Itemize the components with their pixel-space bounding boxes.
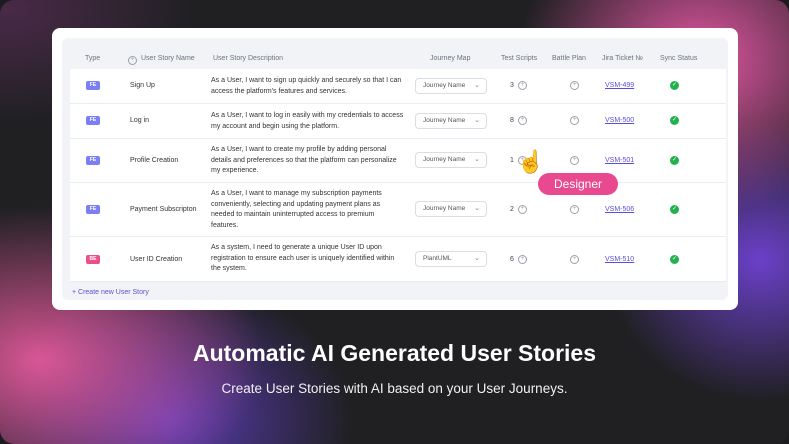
pointer-hand-icon: ☝: [517, 149, 545, 174]
chevron-down-icon: ⌄: [474, 156, 480, 163]
story-name: Payment Subscripton: [130, 206, 197, 213]
header-jira: Jira Ticket №: [602, 55, 643, 62]
header-tests: Test Scripts: [501, 55, 538, 62]
type-badge: BE: [86, 255, 100, 264]
add-circle-icon[interactable]: +: [128, 56, 137, 65]
promo-banner: Type + User Story Name User Story Descrip…: [0, 0, 789, 444]
chevron-down-icon: ⌄: [474, 117, 480, 124]
type-badge: FE: [86, 205, 100, 214]
create-user-story-link[interactable]: + Create new User Story: [72, 289, 149, 296]
user-story-table: Type + User Story Name User Story Descrip…: [62, 38, 728, 300]
sync-check-icon: ✓: [670, 156, 679, 165]
jira-link[interactable]: VSM-510: [605, 256, 634, 263]
table-row[interactable]: FE Profile Creation As a User, I want to…: [70, 139, 726, 183]
jira-link[interactable]: VSM-500: [605, 117, 634, 124]
story-description: As a User, I want to create my profile b…: [211, 146, 397, 174]
page-title: Automatic AI Generated User Stories: [192, 340, 597, 366]
type-badge: FE: [86, 156, 100, 165]
test-count: 1: [510, 157, 514, 164]
story-description: As a system, I need to generate a unique…: [211, 244, 395, 272]
add-battle-plan-icon[interactable]: +: [570, 205, 579, 214]
story-description: As a User, I want to manage my subscript…: [211, 190, 382, 229]
designer-tooltip: Designer: [538, 173, 618, 195]
chevron-down-icon: ⌄: [474, 205, 480, 212]
add-test-icon[interactable]: +: [518, 81, 527, 90]
type-badge: FE: [86, 81, 100, 90]
jira-link[interactable]: VSM-501: [605, 157, 634, 164]
sync-check-icon: ✓: [670, 116, 679, 125]
sync-check-icon: ✓: [670, 81, 679, 90]
story-name: Log in: [130, 117, 150, 124]
add-test-icon[interactable]: +: [518, 255, 527, 264]
jira-link[interactable]: VSM-499: [605, 82, 634, 89]
story-description: As a User, I want to sign up quickly and…: [211, 77, 402, 95]
test-count: 2: [510, 206, 514, 213]
journey-select[interactable]: Journey Name ⌄: [415, 201, 487, 217]
journey-select[interactable]: Journey Name ⌄: [415, 113, 487, 129]
chevron-down-icon: ⌄: [474, 82, 480, 89]
header-battle: Battle Plan: [552, 55, 586, 62]
header-type: Type: [85, 55, 101, 62]
story-name: User ID Creation: [130, 256, 183, 263]
app-preview-card: Type + User Story Name User Story Descrip…: [52, 28, 738, 310]
journey-select[interactable]: Journey Name ⌄: [415, 78, 487, 94]
add-battle-plan-icon[interactable]: +: [570, 81, 579, 90]
page-subtitle: Create User Stories with AI based on you…: [221, 381, 568, 396]
test-count: 3: [510, 82, 514, 89]
header-sync: Sync Status: [660, 55, 698, 62]
table-row[interactable]: FE Sign Up As a User, I want to sign up …: [70, 69, 726, 104]
chevron-down-icon: ⌄: [474, 255, 480, 262]
table-row[interactable]: BE User ID Creation As a system, I need …: [70, 237, 726, 282]
story-name: Profile Creation: [130, 157, 179, 164]
header-name: + User Story Name: [128, 55, 195, 65]
add-test-icon[interactable]: +: [518, 116, 527, 125]
sync-check-icon: ✓: [670, 255, 679, 264]
test-count: 6: [510, 256, 514, 263]
add-test-icon[interactable]: +: [518, 205, 527, 214]
story-description: As a User, I want to log in easily with …: [211, 112, 404, 130]
type-badge: FE: [86, 116, 100, 125]
add-battle-plan-icon[interactable]: +: [570, 255, 579, 264]
test-count: 8: [510, 117, 514, 124]
add-battle-plan-icon[interactable]: +: [570, 156, 579, 165]
header-description: User Story Description: [213, 55, 284, 62]
sync-check-icon: ✓: [670, 205, 679, 214]
table-row[interactable]: FE Log in As a User, I want to log in ea…: [70, 104, 726, 139]
journey-select[interactable]: PlantUML ⌄: [415, 251, 487, 267]
header-journey: Journey Map: [430, 55, 471, 62]
table-row[interactable]: FE Payment Subscripton As a User, I want…: [70, 183, 726, 237]
add-battle-plan-icon[interactable]: +: [570, 116, 579, 125]
story-name: Sign Up: [130, 82, 155, 89]
journey-select[interactable]: Journey Name ⌄: [415, 152, 487, 168]
jira-link[interactable]: VSM-506: [605, 206, 634, 213]
